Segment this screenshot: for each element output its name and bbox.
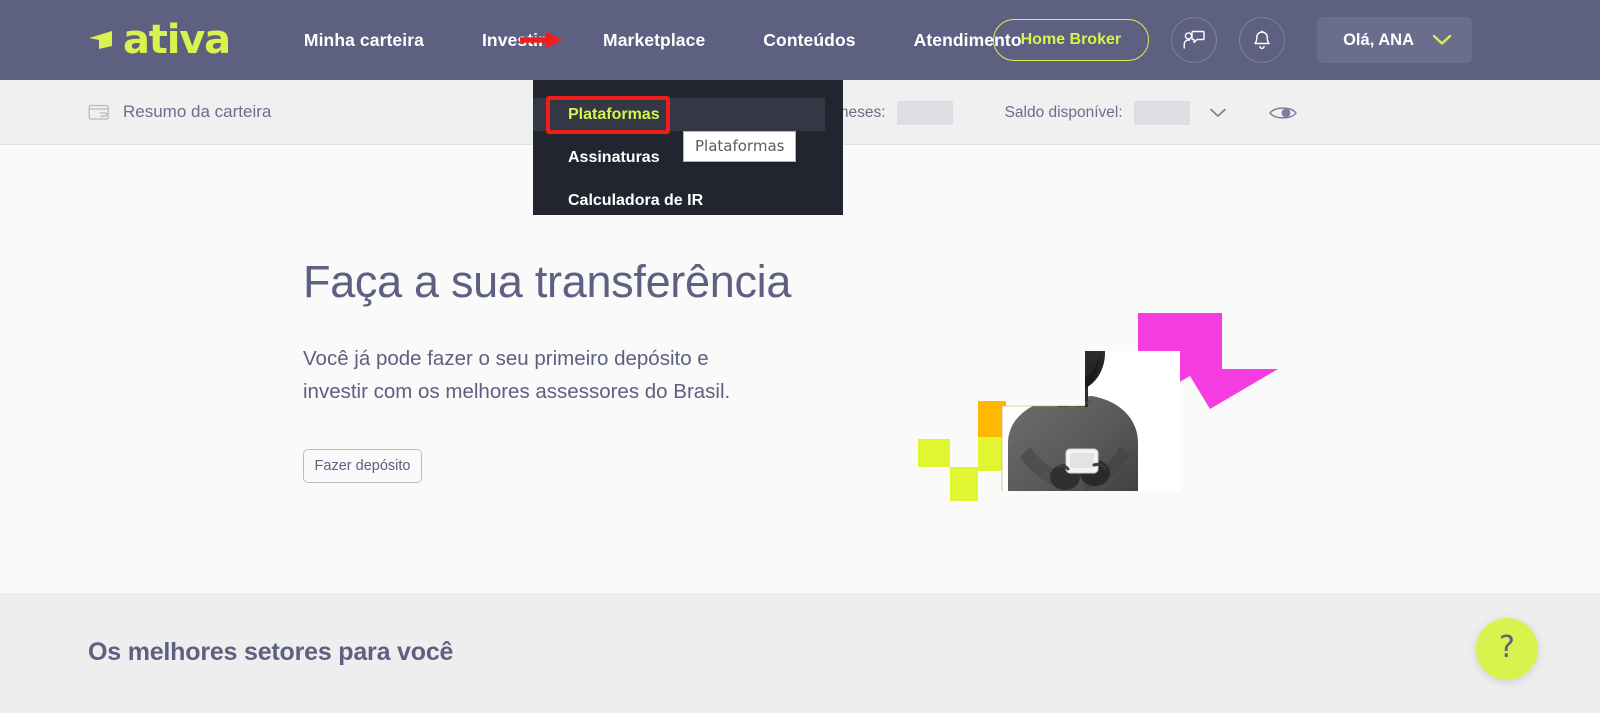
help-button[interactable]: ?	[1476, 618, 1538, 680]
user-greeting-label: Olá, ANA	[1343, 30, 1414, 49]
page-root: ativa Minha carteira Investir Marketplac…	[0, 0, 1600, 713]
brand-logo[interactable]: ativa	[88, 17, 231, 63]
dropdown-item-label: Plataformas	[568, 105, 660, 123]
dropdown-item-label: Calculadora de IR	[568, 191, 704, 209]
user-menu-button[interactable]: Olá, ANA	[1317, 17, 1472, 63]
hero-title: Faça a sua transferência	[303, 256, 792, 307]
nav-link-conteudos[interactable]: Conteúdos	[763, 30, 855, 51]
wallet-icon	[88, 104, 109, 120]
notifications-button[interactable]	[1239, 17, 1286, 63]
sectors-section-title: Os melhores setores para você	[88, 638, 454, 666]
chevron-down-icon	[1432, 34, 1452, 45]
ativa-logo-mark	[89, 31, 112, 49]
top-navigation-bar: ativa Minha carteira Investir Marketplac…	[0, 0, 1600, 80]
dropdown-item-label: Assinaturas	[568, 148, 660, 166]
home-broker-button[interactable]: Home Broker	[992, 19, 1150, 61]
metric-saldo-disponivel: Saldo disponível:	[1004, 100, 1298, 125]
person-chat-icon	[1183, 30, 1205, 49]
nav-link-marketplace[interactable]: Marketplace	[603, 30, 705, 51]
metric-saldo-masked-value	[1133, 100, 1190, 125]
dropdown-item-plataformas[interactable]: Plataformas	[533, 98, 825, 131]
man-with-phone-illustration	[918, 313, 1278, 501]
nav-link-investir[interactable]: Investir	[482, 30, 545, 51]
bell-icon	[1254, 30, 1270, 49]
chevron-down-icon[interactable]	[1208, 107, 1228, 119]
portfolio-summary-link[interactable]: Resumo da carteira	[88, 102, 271, 122]
question-mark-icon: ?	[1499, 630, 1515, 665]
nav-right-group: Home Broker Olá, ANA	[992, 0, 1600, 80]
eye-icon[interactable]	[1268, 104, 1298, 122]
plataformas-tooltip: Plataformas	[683, 131, 797, 162]
metric-saldo-label: Saldo disponível:	[1004, 103, 1123, 121]
support-chat-button[interactable]	[1171, 17, 1218, 63]
metric-variation-masked-value	[896, 100, 953, 125]
brand-logo-text: ativa	[123, 17, 231, 63]
fazer-deposito-button[interactable]: Fazer depósito	[303, 449, 422, 483]
nav-link-minha-carteira[interactable]: Minha carteira	[304, 30, 424, 51]
nav-links: Minha carteira Investir Marketplace Cont…	[304, 30, 1022, 51]
lime-accent-shape	[918, 437, 1006, 501]
sectors-section: Os melhores setores para você	[0, 593, 1600, 713]
portfolio-summary-label: Resumo da carteira	[123, 102, 272, 121]
hero-subtitle: Você já pode fazer o seu primeiro depósi…	[303, 347, 731, 404]
dropdown-item-calculadora-ir[interactable]: Calculadora de IR	[533, 184, 843, 217]
dropdown-spacer-2	[533, 174, 843, 184]
